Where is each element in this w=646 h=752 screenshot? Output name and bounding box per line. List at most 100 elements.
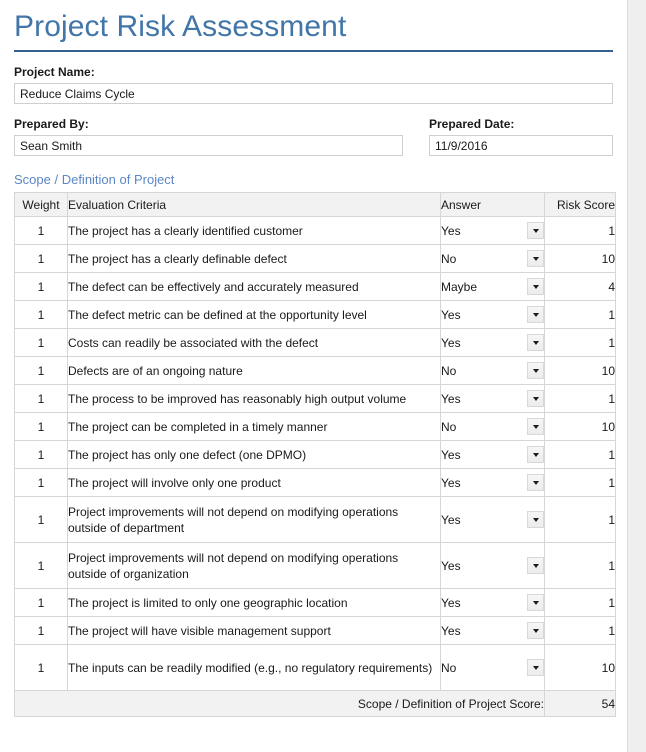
cell-weight: 1 [15, 413, 68, 441]
cell-weight: 1 [15, 589, 68, 617]
answer-dropdown[interactable]: Yes [441, 302, 544, 328]
answer-dropdown[interactable]: No [441, 414, 544, 440]
cell-answer[interactable]: Yes [441, 217, 545, 245]
table-row: 1The project has a clearly definable def… [15, 245, 616, 273]
answer-dropdown[interactable]: Yes [441, 618, 544, 644]
table-footer: Scope / Definition of Project Score: 54 [15, 691, 616, 717]
prepared-date-input[interactable] [429, 135, 613, 156]
chevron-down-icon[interactable] [527, 334, 544, 351]
answer-dropdown[interactable]: Maybe [441, 274, 544, 300]
cell-answer[interactable]: No [441, 357, 545, 385]
chevron-down-icon[interactable] [527, 594, 544, 611]
answer-value: Yes [441, 448, 461, 462]
chevron-down-icon[interactable] [527, 306, 544, 323]
answer-value: Maybe [441, 280, 477, 294]
cell-answer[interactable]: Yes [441, 385, 545, 413]
cell-answer[interactable]: No [441, 413, 545, 441]
caret-glyph [533, 629, 539, 633]
prepared-by-group: Prepared By: [14, 104, 403, 156]
chevron-down-icon[interactable] [527, 362, 544, 379]
cell-weight: 1 [15, 497, 68, 543]
chevron-down-icon[interactable] [527, 474, 544, 491]
prepared-by-label: Prepared By: [14, 117, 403, 131]
prepared-by-input[interactable] [14, 135, 403, 156]
cell-risk-score: 1 [545, 329, 616, 357]
cell-weight: 1 [15, 645, 68, 691]
prepared-date-label: Prepared Date: [429, 117, 613, 131]
cell-answer[interactable]: Yes [441, 589, 545, 617]
cell-answer[interactable]: Yes [441, 329, 545, 357]
cell-evaluation-criteria: The project has a clearly definable defe… [68, 245, 441, 273]
cell-evaluation-criteria: The defect metric can be defined at the … [68, 301, 441, 329]
cell-risk-score: 10 [545, 413, 616, 441]
table-row: 1Project improvements will not depend on… [15, 543, 616, 589]
cell-answer[interactable]: Yes [441, 497, 545, 543]
answer-dropdown[interactable]: Yes [441, 218, 544, 244]
answer-dropdown[interactable]: Yes [441, 386, 544, 412]
answer-value: Yes [441, 596, 461, 610]
cell-risk-score: 1 [545, 469, 616, 497]
chevron-down-icon[interactable] [527, 446, 544, 463]
chevron-down-icon[interactable] [527, 511, 544, 528]
cell-answer[interactable]: No [441, 645, 545, 691]
cell-evaluation-criteria: Defects are of an ongoing nature [68, 357, 441, 385]
answer-dropdown[interactable]: No [441, 246, 544, 272]
chevron-down-icon[interactable] [527, 250, 544, 267]
chevron-down-icon[interactable] [527, 418, 544, 435]
chevron-down-icon[interactable] [527, 557, 544, 574]
answer-value: Yes [441, 308, 461, 322]
answer-dropdown[interactable]: Yes [441, 590, 544, 616]
answer-dropdown[interactable]: Yes [441, 470, 544, 496]
caret-glyph [533, 397, 539, 401]
cell-evaluation-criteria: The inputs can be readily modified (e.g.… [68, 645, 441, 691]
answer-dropdown[interactable]: Yes [441, 507, 544, 533]
cell-answer[interactable]: No [441, 245, 545, 273]
title-container: Project Risk Assessment [0, 0, 627, 46]
answer-dropdown[interactable]: No [441, 358, 544, 384]
cell-answer[interactable]: Yes [441, 543, 545, 589]
table-header-row: Weight Evaluation Criteria Answer Risk S… [15, 193, 616, 217]
cell-answer[interactable]: Yes [441, 301, 545, 329]
cell-weight: 1 [15, 357, 68, 385]
answer-value: Yes [441, 559, 461, 573]
cell-answer[interactable]: Yes [441, 441, 545, 469]
table-row: 1Costs can readily be associated with th… [15, 329, 616, 357]
cell-evaluation-criteria: The project will have visible management… [68, 617, 441, 645]
cell-answer[interactable]: Yes [441, 617, 545, 645]
table-body: 1The project has a clearly identified cu… [15, 217, 616, 691]
table-row: 1Project improvements will not depend on… [15, 497, 616, 543]
project-name-input[interactable] [14, 83, 613, 104]
cell-answer[interactable]: Maybe [441, 273, 545, 301]
caret-glyph [533, 601, 539, 605]
caret-glyph [533, 564, 539, 568]
page-title: Project Risk Assessment [14, 8, 613, 46]
cell-evaluation-criteria: Project improvements will not depend on … [68, 543, 441, 589]
column-header-weight: Weight [15, 193, 68, 217]
chevron-down-icon[interactable] [527, 278, 544, 295]
prepared-date-group: Prepared Date: [429, 104, 613, 156]
chevron-down-icon[interactable] [527, 390, 544, 407]
section-heading-scope: Scope / Definition of Project [14, 172, 613, 187]
cell-risk-score: 1 [545, 385, 616, 413]
answer-dropdown[interactable]: Yes [441, 442, 544, 468]
chevron-down-icon[interactable] [527, 222, 544, 239]
answer-value: Yes [441, 336, 461, 350]
table-row: 1The inputs can be readily modified (e.g… [15, 645, 616, 691]
cell-risk-score: 1 [545, 589, 616, 617]
cell-answer[interactable]: Yes [441, 469, 545, 497]
chevron-down-icon[interactable] [527, 659, 544, 676]
answer-dropdown[interactable]: Yes [441, 553, 544, 579]
caret-glyph [533, 666, 539, 670]
column-spacer [403, 104, 429, 156]
answer-dropdown[interactable]: No [441, 655, 544, 681]
table-row: 1The defect metric can be defined at the… [15, 301, 616, 329]
cell-evaluation-criteria: The project has only one defect (one DPM… [68, 441, 441, 469]
answer-value: Yes [441, 513, 461, 527]
answer-value: No [441, 420, 456, 434]
column-header-risk-score: Risk Score [545, 193, 616, 217]
chevron-down-icon[interactable] [527, 622, 544, 639]
table-row: 1The project can be completed in a timel… [15, 413, 616, 441]
page-right-gutter [627, 0, 646, 752]
answer-dropdown[interactable]: Yes [441, 330, 544, 356]
cell-risk-score: 10 [545, 357, 616, 385]
